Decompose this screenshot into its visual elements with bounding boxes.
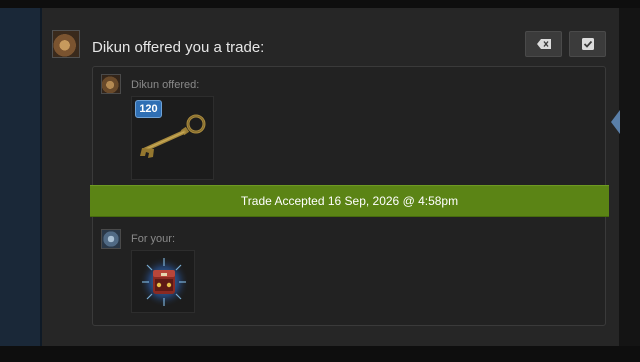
key-icon <box>134 112 210 167</box>
left-sidebar-strip <box>0 8 40 346</box>
right-strip <box>619 8 640 346</box>
recipient-avatar[interactable] <box>101 229 121 249</box>
checkbox-check-icon <box>581 38 594 50</box>
backspace-icon <box>536 39 551 49</box>
sender-avatar[interactable] <box>52 30 80 58</box>
bottom-strip <box>0 346 640 362</box>
crate-icon <box>138 256 190 313</box>
dismiss-button[interactable] <box>525 31 562 57</box>
offerer-avatar[interactable] <box>101 74 121 94</box>
request-label: For your: <box>131 233 176 245</box>
notification-title: Dikun offered you a trade: <box>92 39 265 56</box>
expand-arrow-icon[interactable] <box>611 110 620 134</box>
quantity-badge: 120 <box>135 100 162 118</box>
offer-label: Dikun offered: <box>131 79 200 91</box>
top-strip <box>0 0 640 8</box>
confirm-button[interactable] <box>569 31 606 57</box>
trade-status-banner: Trade Accepted 16 Sep, 2026 @ 4:58pm <box>90 185 609 217</box>
